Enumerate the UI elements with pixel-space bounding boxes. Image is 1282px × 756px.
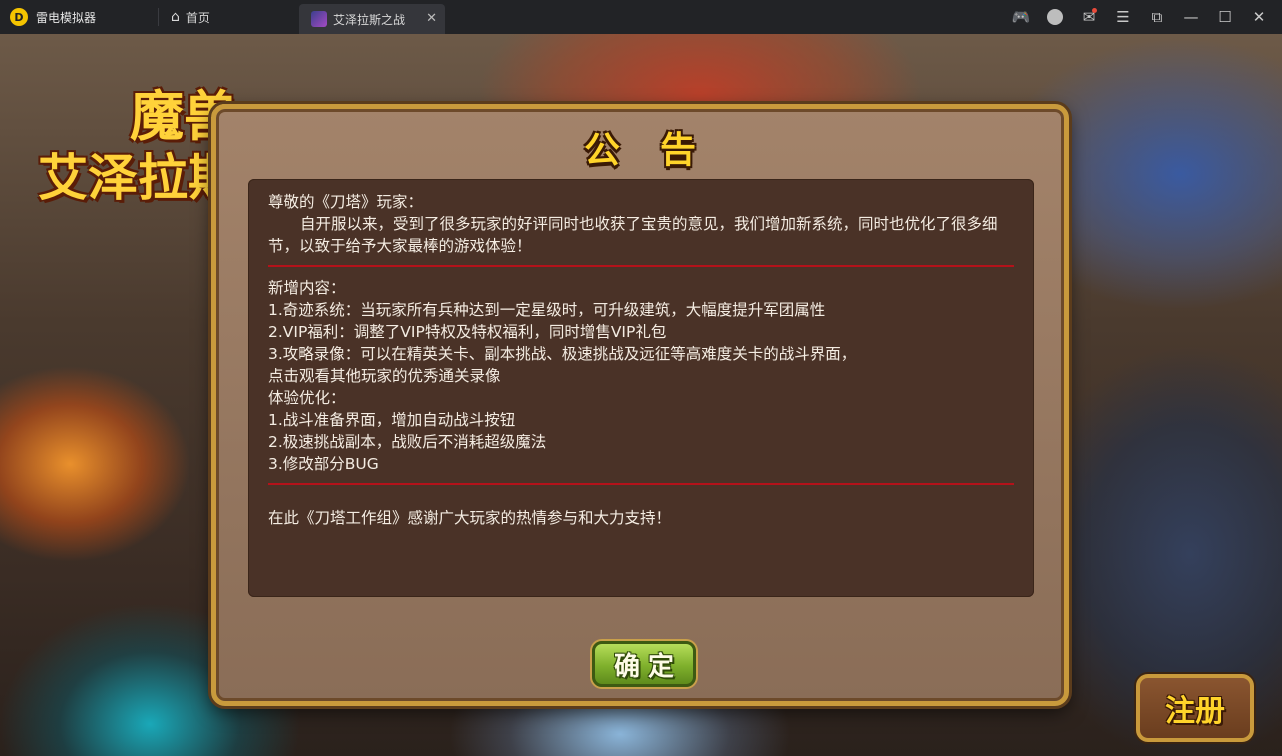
tab-home-label: 首页 bbox=[185, 10, 210, 25]
maximize-icon: ☐ bbox=[1218, 8, 1232, 26]
divider bbox=[268, 265, 1014, 267]
new-item: 2.VIP福利：调整了VIP特权及特权福利，同时增售VIP礼包 bbox=[268, 323, 667, 341]
new-content-heading: 新增内容： bbox=[268, 279, 346, 297]
intro-text: 自开服以来，受到了很多玩家的好评同时也收获了宝贵的意见，我们增加新系统，同时也优… bbox=[268, 215, 998, 255]
announcement-content: 尊敬的《刀塔》玩家： 自开服以来，受到了很多玩家的好评同时也收获了宝贵的意见，我… bbox=[248, 179, 1034, 597]
greeting-text: 尊敬的《刀塔》玩家： bbox=[268, 193, 424, 211]
pin-button[interactable]: ⧉ bbox=[1140, 0, 1174, 34]
game-thumbnail-icon bbox=[311, 11, 327, 27]
mail-button[interactable]: ✉ bbox=[1072, 0, 1106, 34]
tab-home[interactable]: ⌂ 首页 bbox=[159, 0, 299, 34]
home-icon: ⌂ bbox=[171, 9, 180, 25]
minimize-icon: — bbox=[1183, 8, 1199, 26]
tab-close-icon[interactable]: ✕ bbox=[426, 11, 437, 26]
notification-dot bbox=[1092, 8, 1097, 13]
maximize-button[interactable]: ☐ bbox=[1208, 0, 1242, 34]
divider bbox=[268, 483, 1014, 485]
new-item: 1.奇迹系统：当玩家所有兵种达到一定星级时，可升级建筑，大幅度提升军团属性 bbox=[268, 301, 826, 319]
announcement-title: 公告 bbox=[583, 130, 736, 171]
app-name: 雷电模拟器 bbox=[36, 10, 97, 25]
window-controls: 🎮 ✉ ☰ ⧉ — ☐ ✕ bbox=[1004, 0, 1282, 34]
gamepad-icon: 🎮 bbox=[1011, 8, 1031, 26]
confirm-button[interactable]: 确定 bbox=[592, 641, 696, 687]
optimization-item: 1.战斗准备界面，增加自动战斗按钮 bbox=[268, 411, 516, 429]
app-brand: D 雷电模拟器 bbox=[0, 0, 158, 34]
announcement-dialog: 公告 尊敬的《刀塔》玩家： 自开服以来，受到了很多玩家的好评同时也收获了宝贵的意… bbox=[211, 104, 1069, 706]
tab-game-label: 艾泽拉斯之战 bbox=[333, 12, 406, 27]
close-icon: ✕ bbox=[1252, 8, 1266, 26]
thanks-text: 在此《刀塔工作组》感谢广大玩家的热情参与和大力支持！ bbox=[268, 509, 672, 527]
close-button[interactable]: ✕ bbox=[1242, 0, 1276, 34]
new-item: 点击观看其他玩家的优秀通关录像 bbox=[268, 367, 501, 385]
avatar-icon bbox=[1047, 9, 1063, 25]
menu-icon: ☰ bbox=[1116, 8, 1130, 26]
title-bar: D 雷电模拟器 ⌂ 首页 艾泽拉斯之战 ✕ 🎮 ✉ ☰ ⧉ — ☐ ✕ bbox=[0, 0, 1282, 34]
minimize-button[interactable]: — bbox=[1174, 0, 1208, 34]
game-logo-bottom: 艾泽拉斯 bbox=[38, 149, 238, 207]
pin-icon: ⧉ bbox=[1151, 8, 1163, 26]
menu-button[interactable]: ☰ bbox=[1106, 0, 1140, 34]
optimization-item: 3.修改部分BUG bbox=[268, 455, 379, 473]
register-button[interactable]: 注册 bbox=[1136, 674, 1254, 742]
game-viewport[interactable]: 魔兽 艾泽拉斯 公告 尊敬的《刀塔》玩家： 自开服以来，受到了很多玩家的好评同时… bbox=[0, 34, 1282, 756]
tab-game[interactable]: 艾泽拉斯之战 ✕ bbox=[299, 4, 445, 34]
optimization-heading: 体验优化： bbox=[268, 389, 346, 407]
new-item: 3.攻略录像：可以在精英关卡、副本挑战、极速挑战及远征等高难度关卡的战斗界面， bbox=[268, 345, 857, 363]
gamepad-button[interactable]: 🎮 bbox=[1004, 0, 1038, 34]
optimization-item: 2.极速挑战副本，战败后不消耗超级魔法 bbox=[268, 433, 547, 451]
app-logo-icon: D bbox=[10, 8, 28, 26]
avatar-button[interactable] bbox=[1038, 0, 1072, 34]
